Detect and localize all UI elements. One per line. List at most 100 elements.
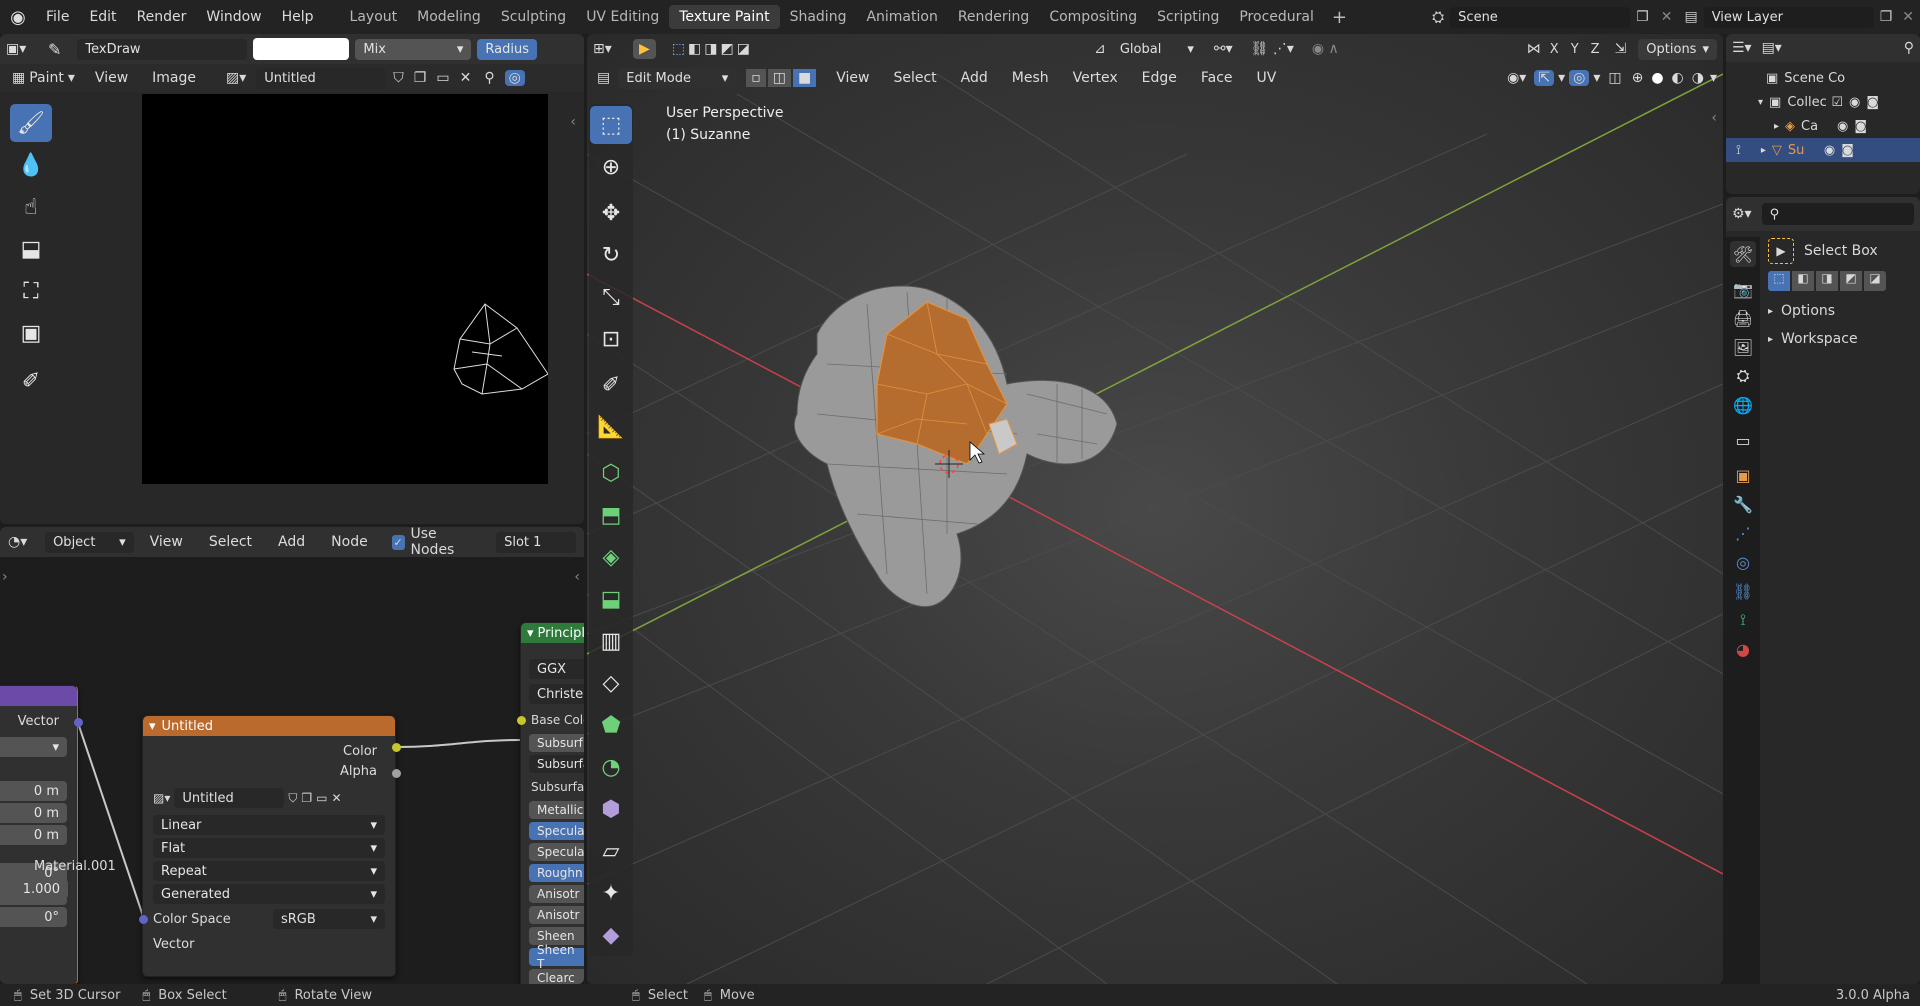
open-image-icon[interactable]: ▭ (433, 70, 452, 86)
outliner-editor-type-icon[interactable]: ☰▾ (1732, 40, 1752, 56)
sidebar-collapse-icon[interactable]: ‹ (574, 569, 580, 585)
mirror-icon[interactable]: ⋈ (1527, 41, 1541, 57)
node-menu-add[interactable]: Add (268, 534, 315, 550)
display-mode-icon[interactable]: ▤▾ (1762, 40, 1782, 56)
color-output-socket[interactable] (392, 743, 401, 752)
tab-procedural[interactable]: Procedural (1229, 5, 1324, 29)
constraints-tab-icon[interactable]: ⛓ (1730, 578, 1756, 604)
node-editor-type-icon[interactable]: ◔▾ (8, 534, 39, 550)
view-layer-field[interactable]: View Layer (1703, 6, 1874, 28)
cursor-tool-icon[interactable]: ⊕ (590, 148, 632, 186)
open-image-icon[interactable]: ▭ (316, 791, 327, 805)
expand-arrow-icon[interactable]: ▸ (1761, 145, 1766, 156)
axis-z-toggle[interactable]: Z (1588, 42, 1603, 57)
input-anisotropic-rotation[interactable]: Anisotr (529, 906, 584, 924)
outliner-row-suzanne[interactable]: ⟟ ▸ ▽ Su ◉ ◙ (1726, 138, 1920, 162)
select-box-tool-icon[interactable]: ⬚ (590, 106, 632, 144)
slot-dropdown[interactable]: Slot 1 (496, 531, 576, 553)
object-tab-icon[interactable]: ▣ (1730, 462, 1756, 488)
pin-icon[interactable]: ⚲ (478, 70, 500, 86)
viewport-editor-type-icon[interactable]: ⊞▾ (593, 41, 627, 57)
principled-node-header[interactable]: ▾ Principl (521, 623, 584, 643)
smooth-tool-icon[interactable]: ⬢ (590, 790, 632, 828)
loop-cut-tool-icon[interactable]: ▥ (590, 622, 632, 660)
subsurface-method-dropdown[interactable]: Christen (529, 684, 584, 704)
edge-slide-tool-icon[interactable]: ▱ (590, 832, 632, 870)
measure-tool-icon[interactable]: 📐 (590, 408, 632, 446)
select-tool-icon[interactable]: ▶ (633, 39, 656, 59)
viewport-menu-face[interactable]: Face (1191, 70, 1243, 86)
render-tab-icon[interactable]: 📷 (1730, 276, 1756, 302)
edit-mode-dropdown[interactable]: Edit Mode ▾ (618, 67, 737, 89)
orientation-dropdown[interactable]: Global ▾ (1112, 39, 1202, 60)
menu-help[interactable]: Help (272, 9, 324, 25)
view-layer-tab-icon[interactable]: 🖼 (1730, 334, 1756, 360)
draw-tool-icon[interactable]: 🖌 (10, 104, 52, 142)
camera-render-icon[interactable]: ◙ (1866, 95, 1879, 110)
overlay-icon[interactable]: ◎ (504, 70, 525, 86)
outliner-row-camera[interactable]: ▸ ◈ Ca ◉ ◙ (1726, 114, 1920, 138)
workspace-panel-header[interactable]: ▸ Workspace (1768, 325, 1918, 353)
input-roughness[interactable]: Roughn (529, 864, 584, 882)
select-mode-icons[interactable]: ⬚ ◧ ◨ ◩ ◪ (672, 41, 750, 57)
tab-uv-editing[interactable]: UV Editing (576, 5, 669, 29)
tab-scripting[interactable]: Scripting (1147, 5, 1229, 29)
spin-tool-icon[interactable]: ◔ (590, 748, 632, 786)
image-name-field[interactable]: Untitled (256, 67, 387, 89)
viewport-menu-edge[interactable]: Edge (1132, 70, 1187, 86)
extrude-tool-icon[interactable]: ⬒ (590, 496, 632, 534)
data-tab-icon[interactable]: ⟟ (1730, 607, 1756, 633)
input-subsurface-color[interactable]: Subsurfac (521, 776, 584, 798)
material-shading-icon[interactable]: ◐ (1670, 70, 1686, 86)
brush-color-swatch[interactable] (253, 38, 350, 60)
transform-tool-icon[interactable]: ⊡ (590, 320, 632, 358)
extension-dropdown[interactable]: Repeat ▾ (153, 861, 385, 881)
camera-render-icon[interactable]: ◙ (1841, 143, 1854, 158)
annotate-tool-icon[interactable]: ✐ (10, 362, 52, 400)
new-view-layer-icon[interactable]: ❐ (1874, 9, 1899, 25)
editor-type-icon[interactable]: ▣▾ (6, 41, 42, 57)
shrink-fatten-tool-icon[interactable]: ✦ (590, 874, 632, 912)
tool-tab-icon[interactable]: 🛠 (1730, 241, 1756, 267)
rotate-tool-icon[interactable]: ↻ (590, 236, 632, 274)
bevel-tool-icon[interactable]: ⬓ (590, 580, 632, 618)
suzanne-mesh[interactable] (587, 34, 1723, 984)
unlink-image-icon[interactable]: ✕ (332, 791, 342, 805)
mode-intersect-icon[interactable]: ◪ (1864, 271, 1886, 291)
eye-icon[interactable]: ◉ (1824, 143, 1835, 158)
rendered-shading-icon[interactable]: ◑ (1690, 70, 1706, 86)
location-y-field[interactable]: 0 m (0, 803, 67, 823)
add-workspace-icon[interactable]: + (1324, 7, 1355, 28)
principled-bsdf-node[interactable]: ▾Principl GGX Christen Base Colo Subsurf… (517, 622, 584, 984)
smear-tool-icon[interactable]: ☝ (10, 188, 52, 226)
shear-tool-icon[interactable]: ◆ (590, 916, 632, 954)
tab-modeling[interactable]: Modeling (407, 5, 491, 29)
overlay-icon[interactable]: ◎ (1569, 70, 1590, 86)
input-subsurface[interactable]: Subsurf (529, 734, 584, 752)
unlink-image-icon[interactable]: ✕ (457, 70, 475, 86)
mask-tool-icon[interactable]: ▣ (10, 314, 52, 352)
scene-field[interactable]: Scene (1450, 6, 1631, 28)
source-dropdown[interactable]: Generated ▾ (153, 884, 385, 904)
expand-arrow-icon[interactable]: ▾ (1758, 97, 1763, 108)
input-specular[interactable]: Specula (529, 822, 584, 840)
node-grid[interactable]: › ‹ Vector ▾ 0 m 0 m 0 m 0° 0° 0° Materi… (0, 557, 584, 984)
exclude-checkbox-icon[interactable]: ☑ (1831, 95, 1843, 110)
shading-options-icon[interactable]: ▾ (1710, 70, 1717, 86)
viewport-menu-mesh[interactable]: Mesh (1002, 70, 1059, 86)
axis-y-toggle[interactable]: Y (1568, 42, 1582, 57)
mapping-node[interactable]: Vector ▾ 0 m 0 m 0 m 0° 0° 0° (0, 685, 78, 984)
mapping-type-dropdown[interactable]: ▾ (0, 737, 67, 757)
blender-logo-icon[interactable]: ◉ (0, 7, 36, 28)
tab-animation[interactable]: Animation (856, 5, 947, 29)
material-tab-icon[interactable]: ◕ (1730, 636, 1756, 662)
viewport-menu-view[interactable]: View (826, 70, 879, 86)
input-subsurface-radius[interactable]: Subsurfa (529, 755, 584, 773)
rotation-z-field[interactable]: 0° (0, 907, 67, 927)
outliner-row-collection[interactable]: ▾ ▣ Collec ☑ ◉ ◙ (1726, 90, 1920, 114)
tab-sculpting[interactable]: Sculpting (491, 5, 576, 29)
viewport-menu-add[interactable]: Add (951, 70, 998, 86)
node-menu-select[interactable]: Select (199, 534, 262, 550)
tab-shading[interactable]: Shading (780, 5, 857, 29)
interpolation-dropdown[interactable]: Linear ▾ (153, 815, 385, 835)
